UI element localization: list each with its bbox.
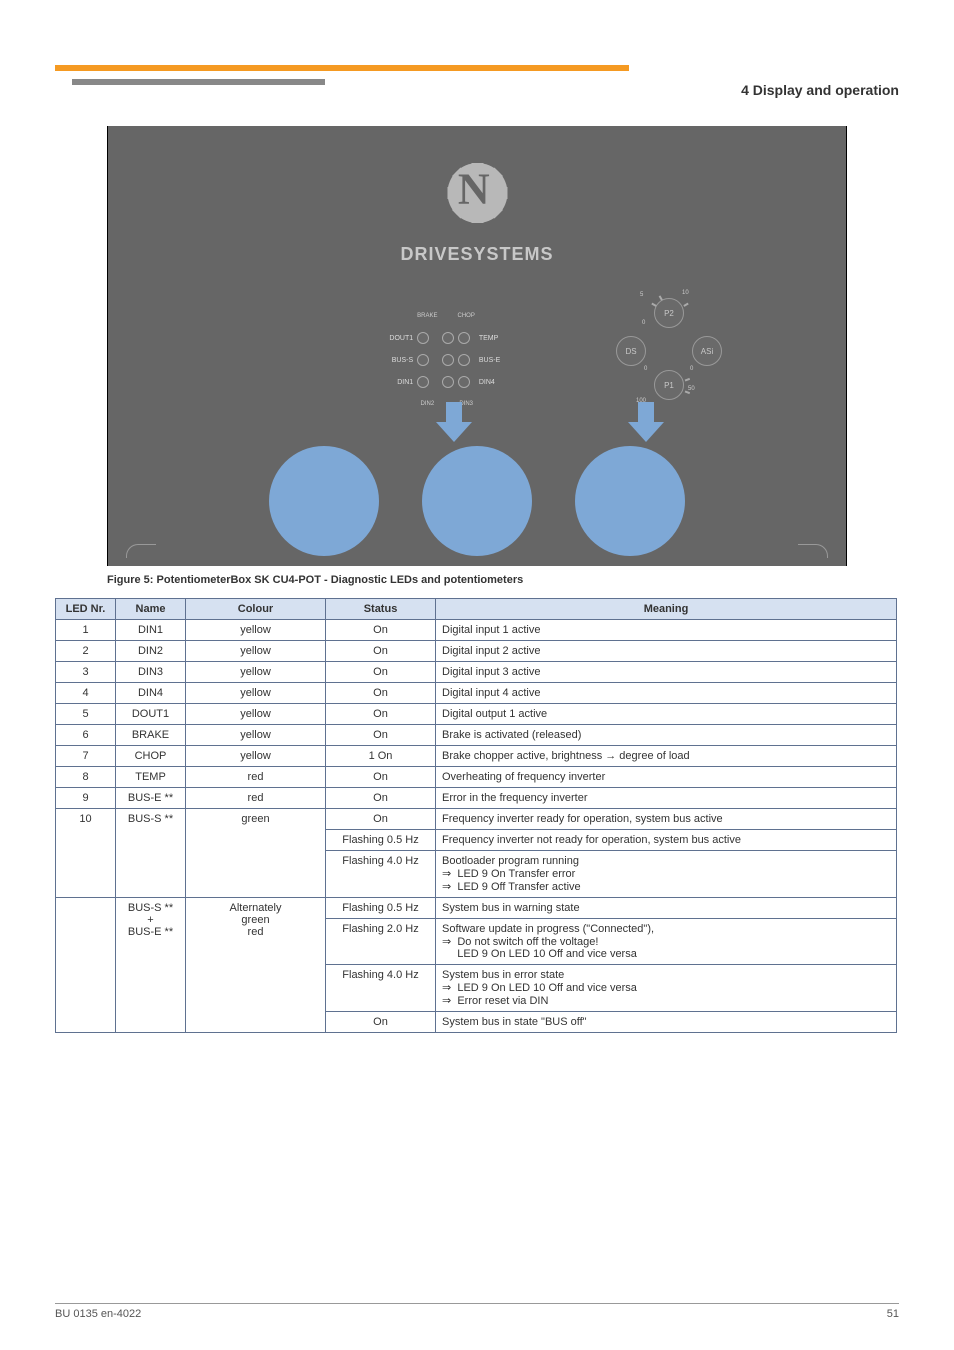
footer-page-number: 51 <box>887 1308 899 1320</box>
table-row: 9BUS-E **redOnError in the frequency inv… <box>56 788 897 809</box>
led-bus-e-icon <box>458 354 470 366</box>
table-row: BUS-S ** + BUS-E ** Alternately green re… <box>56 898 897 919</box>
page-footer: BU 0135 en-4022 51 <box>55 1303 899 1320</box>
col-lednr: LED Nr. <box>56 599 116 620</box>
detail-circle <box>422 446 532 556</box>
pot-p1[interactable]: P1 <box>654 370 684 400</box>
arrow-down-icon <box>628 402 664 442</box>
corner-icon <box>126 544 156 558</box>
footer-doc-id: BU 0135 en-4022 <box>55 1308 141 1320</box>
table-row: 1DIN1yellowOnDigital input 1 active <box>56 620 897 641</box>
led-din2-icon <box>442 376 454 388</box>
corner-icon <box>798 544 828 558</box>
gear-letter: N <box>458 163 490 214</box>
brand-logo: N DRIVESYSTEMS <box>400 148 553 265</box>
table-row: 2DIN2yellowOnDigital input 2 active <box>56 641 897 662</box>
pot-asi[interactable]: ASi <box>692 336 722 366</box>
pot-ds[interactable]: DS <box>616 336 646 366</box>
detail-circle <box>575 446 685 556</box>
led-brake-icon <box>442 332 454 344</box>
device-illustration: N DRIVESYSTEMS BRAKECHOP DOUT1TEMP BUS-S… <box>107 126 847 566</box>
table-row: 10 BUS-S ** green On Frequency inverter … <box>56 809 897 830</box>
header-rule-right <box>72 79 325 85</box>
header-rule-left <box>55 65 629 71</box>
led-dout1-icon <box>417 332 429 344</box>
table-row: 4DIN4yellowOnDigital input 4 active <box>56 683 897 704</box>
col-name: Name <box>116 599 186 620</box>
led-bus-s-icon <box>417 354 429 366</box>
col-colour: Colour <box>186 599 326 620</box>
col-meaning: Meaning <box>436 599 897 620</box>
potentiometer-cluster: P2 5 10 0 DS ASi P1 <box>604 298 734 398</box>
pot-p2[interactable]: P2 <box>654 298 684 328</box>
led-din4-icon <box>458 376 470 388</box>
table-row: 8TEMPredOnOverheating of frequency inver… <box>56 767 897 788</box>
arrow-down-icon <box>436 402 472 442</box>
table-row: 3DIN3yellowOnDigital input 3 active <box>56 662 897 683</box>
detail-circles <box>108 446 846 559</box>
figure-caption: Figure 5: PotentiometerBox SK CU4-POT - … <box>107 574 847 586</box>
led-temp-icon <box>442 354 454 366</box>
led-din1-icon <box>417 376 429 388</box>
col-status: Status <box>326 599 436 620</box>
brand-text: DRIVESYSTEMS <box>400 244 553 265</box>
table-row: 5DOUT1yellowOnDigital output 1 active <box>56 704 897 725</box>
led-meaning-table: LED Nr. Name Colour Status Meaning 1DIN1… <box>55 598 897 1033</box>
detail-circle <box>269 446 379 556</box>
table-row: 6BRAKEyellowOnBrake is activated (releas… <box>56 725 897 746</box>
gear-icon: N <box>432 148 522 238</box>
header-rule <box>55 60 899 72</box>
table-row: 7CHOPyellow1 OnBrake chopper active, bri… <box>56 746 897 767</box>
led-chop-icon <box>458 332 470 344</box>
led-cluster: BRAKECHOP DOUT1TEMP BUS-SBUS-E DIN1DIN4 … <box>376 306 516 414</box>
